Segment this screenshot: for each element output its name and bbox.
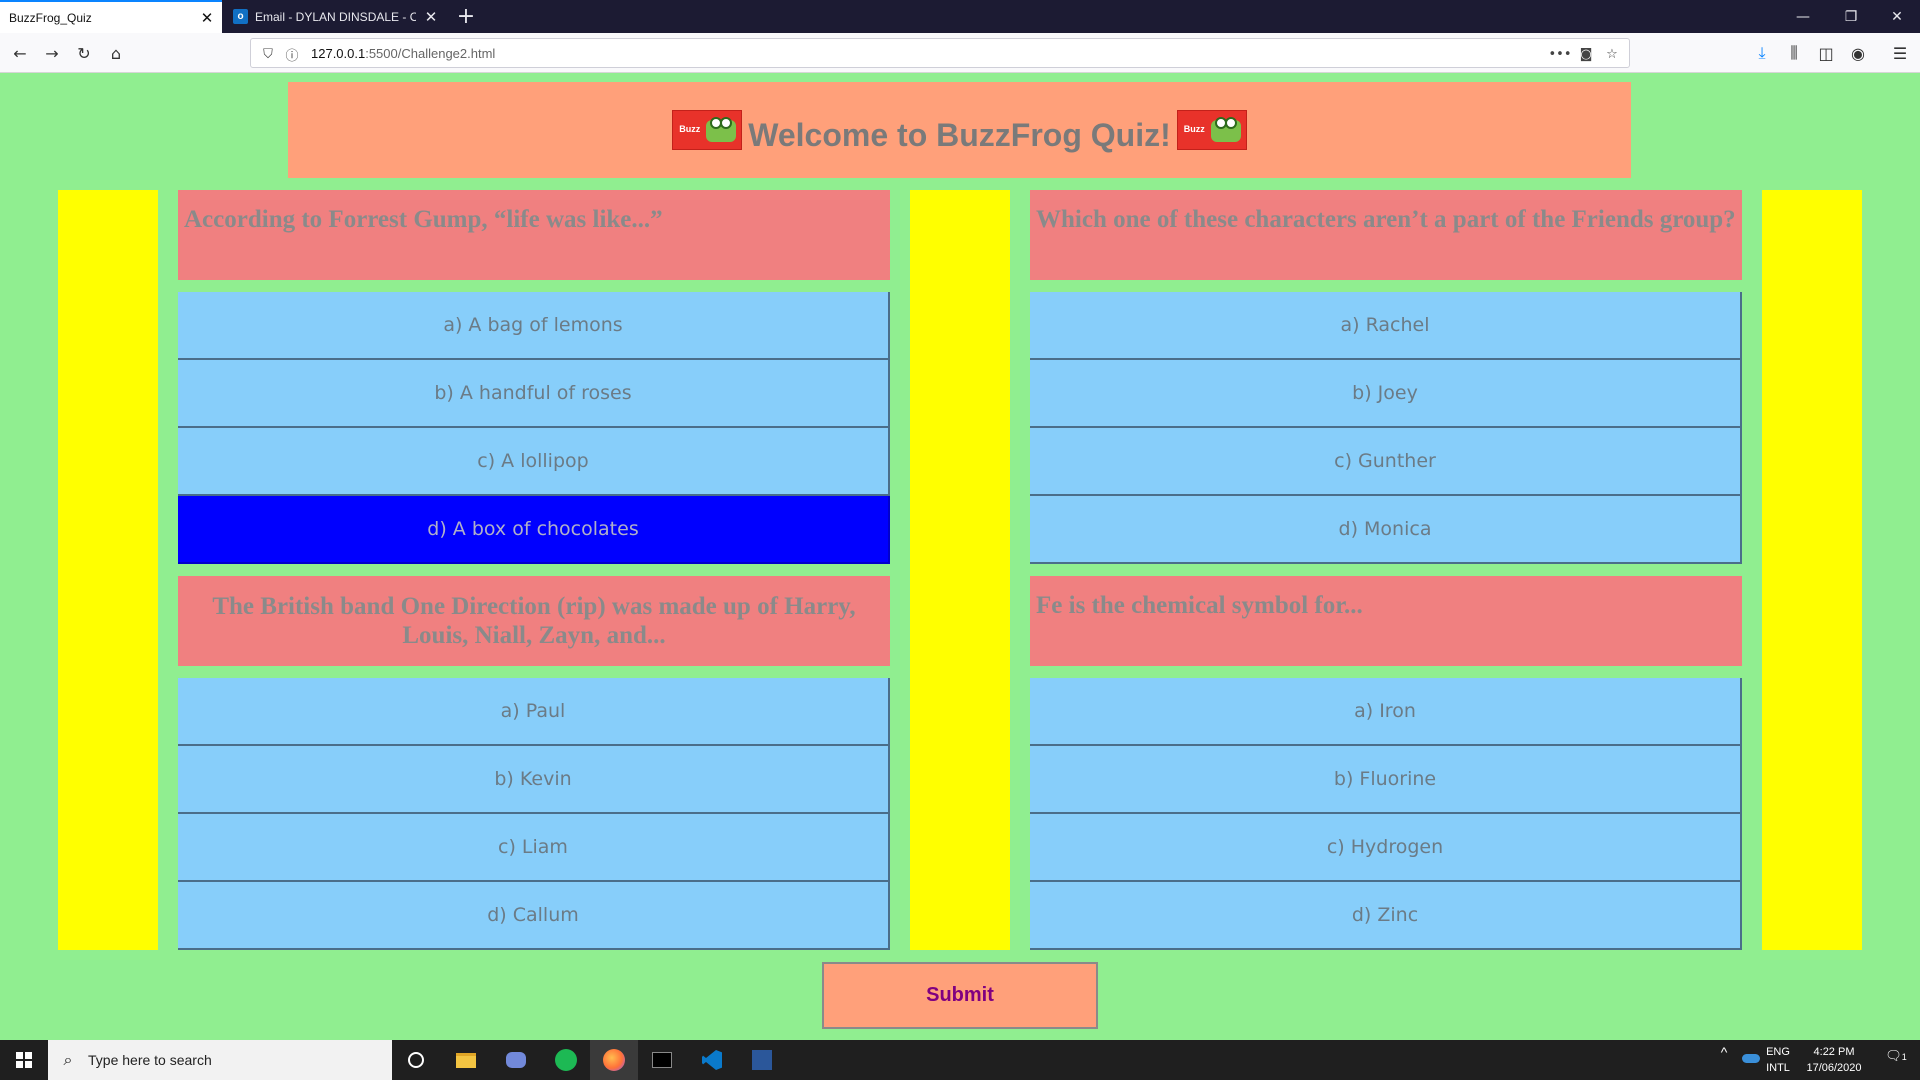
taskbar-search[interactable]: ⌕ Type here to search bbox=[48, 1040, 392, 1080]
question-4: Fe is the chemical symbol for... bbox=[1030, 576, 1742, 666]
clock-time: 4:22 PM bbox=[1813, 1046, 1855, 1058]
answer-option[interactable]: b) Fluorine bbox=[1030, 746, 1742, 814]
buzzfrog-logo: Buzz bbox=[1176, 110, 1247, 150]
logo-text: Buzz bbox=[1183, 124, 1205, 134]
discord-icon[interactable] bbox=[492, 1040, 540, 1080]
answer-option[interactable]: a) A bag of lemons bbox=[178, 292, 890, 360]
close-window-icon[interactable]: ✕ bbox=[1874, 0, 1920, 33]
url-bar[interactable]: ⛉ ⓘ 127.0.0.1:5500/Challenge2.html ••• ◙… bbox=[250, 38, 1630, 68]
minimize-icon[interactable]: — bbox=[1780, 0, 1826, 33]
spotify-icon[interactable] bbox=[542, 1040, 590, 1080]
reload-icon[interactable]: ↻ bbox=[70, 39, 98, 67]
answers-1: a) A bag of lemons b) A handful of roses… bbox=[178, 292, 890, 564]
center-side-column bbox=[910, 190, 1010, 950]
library-icon[interactable]: ⫼ bbox=[1780, 39, 1808, 67]
menu-icon[interactable]: ☰ bbox=[1886, 39, 1914, 67]
answer-option[interactable]: b) Joey bbox=[1030, 360, 1742, 428]
left-side-column bbox=[58, 190, 158, 950]
close-icon[interactable]: ✕ bbox=[192, 9, 222, 27]
answer-option[interactable]: b) A handful of roses bbox=[178, 360, 890, 428]
back-icon[interactable]: ← bbox=[6, 39, 34, 67]
answer-option[interactable]: a) Paul bbox=[178, 678, 890, 746]
file-explorer-icon[interactable] bbox=[442, 1040, 490, 1080]
cortana-icon[interactable] bbox=[392, 1040, 440, 1080]
language-line1: ENG bbox=[1766, 1046, 1790, 1058]
answer-option[interactable]: c) Hydrogen bbox=[1030, 814, 1742, 882]
answers-3: a) Paul b) Kevin c) Liam d) Callum bbox=[178, 678, 890, 950]
answer-option[interactable]: a) Iron bbox=[1030, 678, 1742, 746]
url-host: 127.0.0.1 bbox=[311, 46, 366, 61]
page-header: Buzz Welcome to BuzzFrog Quiz! Buzz bbox=[288, 82, 1631, 178]
firefox-icon[interactable] bbox=[590, 1040, 638, 1080]
url-path: :5500/Challenge2.html bbox=[365, 46, 496, 61]
answers-2: a) Rachel b) Joey c) Gunther d) Monica bbox=[1030, 292, 1742, 564]
answers-4: a) Iron b) Fluorine c) Hydrogen d) Zinc bbox=[1030, 678, 1742, 950]
logo-text: Buzz bbox=[679, 124, 701, 134]
home-icon[interactable]: ⌂ bbox=[102, 39, 130, 67]
tab-buzzfrog-quiz[interactable]: BuzzFrog_Quiz ✕ bbox=[0, 0, 222, 33]
new-tab-button[interactable]: + bbox=[452, 0, 480, 33]
windows-icon bbox=[16, 1052, 32, 1068]
download-icon[interactable]: ⤓ bbox=[1748, 39, 1776, 67]
frog-icon bbox=[706, 117, 737, 142]
shield-icon[interactable]: ⛉ bbox=[257, 43, 279, 65]
outlook-icon: o bbox=[233, 9, 248, 24]
terminal-icon[interactable] bbox=[638, 1040, 686, 1080]
browser-toolbar: ← → ↻ ⌂ ⛉ ⓘ 127.0.0.1:5500/Challenge2.ht… bbox=[0, 33, 1920, 73]
language-line2: INTL bbox=[1766, 1062, 1790, 1074]
search-placeholder: Type here to search bbox=[88, 1052, 212, 1068]
notification-count: 1 bbox=[1901, 1052, 1907, 1062]
info-icon[interactable]: ⓘ bbox=[281, 43, 303, 65]
answer-option[interactable]: c) Gunther bbox=[1030, 428, 1742, 496]
submit-button[interactable]: Submit bbox=[822, 962, 1098, 1029]
frog-icon bbox=[1210, 117, 1241, 142]
start-button[interactable] bbox=[0, 1040, 48, 1080]
answer-option[interactable]: d) A box of chocolates bbox=[178, 496, 890, 564]
tab-email[interactable]: o Email - DYLAN DINSDALE - Ou ✕ bbox=[224, 0, 446, 33]
question-3: The British band One Direction (rip) was… bbox=[178, 576, 890, 666]
answer-option[interactable]: d) Monica bbox=[1030, 496, 1742, 564]
forward-icon[interactable]: → bbox=[38, 39, 66, 67]
answer-option[interactable]: a) Rachel bbox=[1030, 292, 1742, 360]
pocket-icon[interactable]: ◙ bbox=[1575, 43, 1597, 65]
answer-option[interactable]: b) Kevin bbox=[178, 746, 890, 814]
clock-date: 17/06/2020 bbox=[1806, 1062, 1862, 1074]
page-actions-icon[interactable]: ••• bbox=[1549, 43, 1572, 65]
bookmark-star-icon[interactable]: ☆ bbox=[1601, 43, 1623, 65]
chevron-up-icon[interactable]: ^ bbox=[1712, 1044, 1736, 1060]
page-title: Welcome to BuzzFrog Quiz! bbox=[748, 116, 1171, 153]
tab-title: Email - DYLAN DINSDALE - Ou bbox=[255, 9, 416, 24]
question-2: Which one of these characters aren’t a p… bbox=[1030, 190, 1742, 280]
onedrive-icon[interactable] bbox=[1740, 1052, 1762, 1066]
tab-title: BuzzFrog_Quiz bbox=[9, 10, 92, 25]
answer-option[interactable]: c) Liam bbox=[178, 814, 890, 882]
browser-tab-strip: BuzzFrog_Quiz ✕ o Email - DYLAN DINSDALE… bbox=[0, 0, 1920, 33]
url-text[interactable]: 127.0.0.1:5500/Challenge2.html bbox=[311, 46, 495, 61]
windows-taskbar: ⌕ Type here to search ^ ENG INTL 4:22 PM… bbox=[0, 1040, 1920, 1080]
buzzfrog-logo: Buzz bbox=[672, 110, 743, 150]
notification-icon: 🗨 bbox=[1885, 1048, 1902, 1063]
account-icon[interactable]: ◉ bbox=[1844, 39, 1872, 67]
word-icon[interactable] bbox=[738, 1040, 786, 1080]
answer-option[interactable]: c) A lollipop bbox=[178, 428, 890, 496]
language-indicator[interactable]: ENG INTL bbox=[1762, 1044, 1794, 1076]
sidebar-icon[interactable]: ◫ bbox=[1812, 39, 1840, 67]
clock[interactable]: 4:22 PM 17/06/2020 bbox=[1800, 1044, 1868, 1076]
question-1: According to Forrest Gump, “life was lik… bbox=[178, 190, 890, 280]
answer-option[interactable]: d) Zinc bbox=[1030, 882, 1742, 950]
close-icon[interactable]: ✕ bbox=[416, 8, 446, 26]
notification-center[interactable]: 🗨1 bbox=[1876, 1048, 1916, 1065]
restore-icon[interactable]: ❐ bbox=[1828, 0, 1874, 33]
search-icon: ⌕ bbox=[63, 1050, 73, 1069]
answer-option[interactable]: d) Callum bbox=[178, 882, 890, 950]
right-side-column bbox=[1762, 190, 1862, 950]
vscode-icon[interactable] bbox=[688, 1040, 736, 1080]
